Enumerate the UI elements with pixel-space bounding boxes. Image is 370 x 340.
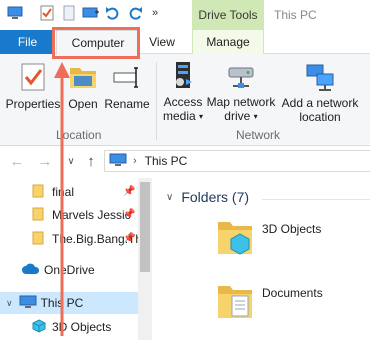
3d-objects-folder-icon [216, 214, 254, 259]
folder-icon [32, 184, 44, 201]
map-network-drive-label: Map network drive ▾ [206, 95, 276, 123]
up-button[interactable]: ↑ [82, 151, 100, 171]
new-file-icon[interactable] [60, 4, 78, 22]
folder-name: Documents [262, 286, 323, 300]
tab-file[interactable]: File [0, 30, 55, 54]
nav-item-label: OneDrive [44, 263, 95, 277]
properties-label: Properties [5, 97, 61, 111]
map-network-drive-button[interactable]: Map network drive ▾ [204, 60, 278, 124]
group-label-network: Network [236, 128, 281, 142]
nav-item-marvels[interactable]: Marvels Jessic [0, 204, 138, 226]
back-button[interactable]: ← [8, 151, 26, 171]
open-button[interactable]: Open [64, 60, 102, 124]
tab-manage[interactable]: Manage [192, 30, 264, 54]
folders-section-header[interactable]: ∨ Folders (7) [166, 189, 249, 205]
nav-item-big-bang[interactable]: The.Big.Bang.Th [0, 228, 138, 250]
access-media-button[interactable]: Access media ▾ [160, 60, 206, 124]
rename-icon [110, 60, 144, 94]
pin-icon: 📌 [123, 186, 136, 197]
nav-item-label: Marvels Jessic [52, 208, 131, 222]
nav-item-3d-objects[interactable]: 3D Objects [0, 316, 138, 338]
nav-scrollbar-thumb[interactable] [140, 182, 150, 272]
folder-name: 3D Objects [262, 222, 322, 236]
nav-item-label: This PC [40, 296, 84, 310]
context-tab-group-label: Drive Tools [198, 8, 258, 22]
nav-item-onedrive[interactable]: OneDrive [0, 259, 138, 281]
properties-check-icon[interactable] [38, 4, 56, 22]
undo-icon[interactable] [104, 4, 122, 22]
properties-icon [16, 60, 50, 94]
nav-item-label: 3D Objects [52, 320, 112, 334]
3d-cube-icon [32, 318, 46, 336]
tab-view[interactable]: View [140, 30, 184, 54]
pin-icon: 📌 [123, 233, 136, 244]
onedrive-cloud-icon [22, 263, 40, 278]
breadcrumb-separator-icon[interactable]: › [133, 155, 137, 167]
expand-chevron-icon[interactable]: ∨ [6, 298, 13, 309]
breadcrumb-this-pc[interactable]: This PC [145, 154, 188, 168]
new-folder-icon[interactable] [82, 4, 100, 22]
forward-button[interactable]: → [36, 151, 54, 171]
nav-item-label: final [52, 185, 75, 199]
address-bar[interactable]: › This PC [104, 150, 370, 172]
open-folder-icon [66, 60, 100, 94]
network-location-icon [303, 60, 337, 93]
network-drive-icon [224, 60, 258, 92]
folder-tile-3d-objects[interactable]: 3D Objects [216, 214, 321, 259]
recent-locations-chevron-icon[interactable]: ∨ [62, 151, 80, 171]
more-chevron-icon[interactable]: » [146, 4, 164, 22]
this-pc-small-icon [109, 153, 127, 170]
folder-tile-documents[interactable]: Documents [216, 278, 323, 323]
computer-icon[interactable] [6, 4, 24, 22]
pin-icon: 📌 [123, 209, 136, 220]
window-title: This PC [274, 8, 317, 22]
folder-icon [32, 207, 44, 224]
properties-button[interactable]: Properties [6, 60, 60, 124]
folder-icon [32, 231, 44, 248]
add-network-location-button[interactable]: Add a network location [280, 60, 360, 124]
nav-item-final[interactable]: final [0, 181, 138, 203]
nav-item-this-pc[interactable]: ∨ This PC [0, 292, 138, 314]
this-pc-icon [19, 295, 37, 312]
section-title: Folders (7) [181, 189, 250, 205]
group-separator [156, 62, 157, 140]
collapse-chevron-icon[interactable]: ∨ [166, 192, 173, 203]
open-label: Open [68, 97, 98, 111]
media-server-icon [166, 60, 200, 92]
redo-icon[interactable] [126, 4, 144, 22]
access-media-label: Access media ▾ [162, 95, 204, 123]
rename-label: Rename [104, 97, 150, 111]
section-divider [262, 199, 370, 200]
documents-folder-icon [216, 278, 254, 323]
add-network-location-label: Add a network location [281, 96, 359, 124]
group-label-location: Location [56, 128, 102, 142]
annotation-highlight-box [52, 27, 140, 59]
rename-button[interactable]: Rename [104, 60, 150, 124]
